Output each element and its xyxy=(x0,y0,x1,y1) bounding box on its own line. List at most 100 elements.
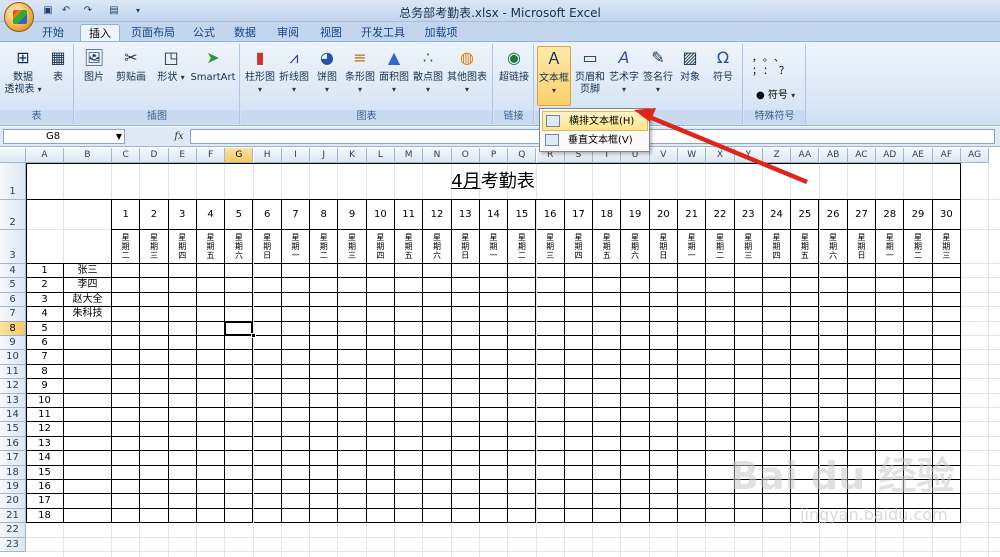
attendance-cell[interactable] xyxy=(904,264,933,279)
weekday-cell[interactable]: 星期四 xyxy=(168,230,197,264)
attendance-cell[interactable] xyxy=(508,508,537,524)
row-header-15[interactable]: 15 xyxy=(0,422,26,437)
attendance-cell[interactable] xyxy=(112,307,141,322)
attendance-cell[interactable] xyxy=(451,393,480,408)
attendance-cell[interactable] xyxy=(168,364,197,380)
attendance-cell[interactable] xyxy=(479,422,509,437)
row-header-12[interactable]: 12 xyxy=(0,379,26,394)
attendance-cell[interactable] xyxy=(140,508,169,524)
attendance-cell[interactable] xyxy=(876,408,905,423)
weekday-cell[interactable]: 星期五 xyxy=(593,230,622,264)
attendance-cell[interactable] xyxy=(734,307,763,322)
employee-name-cell[interactable]: 赵大全 xyxy=(64,292,112,308)
attendance-cell[interactable] xyxy=(168,264,197,279)
attendance-cell[interactable] xyxy=(593,278,622,293)
attendance-cell[interactable] xyxy=(281,422,311,437)
header-footer-button[interactable]: ▭ 页眉和 页脚 xyxy=(573,46,607,106)
attendance-cell[interactable] xyxy=(649,321,678,336)
wordart-button[interactable]: A 艺术字 ▾ xyxy=(607,46,641,106)
attendance-cell[interactable] xyxy=(225,278,254,293)
attendance-cell[interactable] xyxy=(451,451,480,466)
attendance-cell[interactable] xyxy=(225,422,254,437)
attendance-cell[interactable] xyxy=(564,364,594,380)
attendance-cell[interactable] xyxy=(678,264,707,279)
attendance-cell[interactable] xyxy=(366,465,395,480)
attendance-cell[interactable] xyxy=(564,350,594,365)
attendance-cell[interactable] xyxy=(451,480,480,495)
attendance-cell[interactable] xyxy=(338,350,367,365)
column-header-D[interactable]: D xyxy=(140,148,169,163)
attendance-cell[interactable] xyxy=(904,292,933,308)
attendance-cell[interactable] xyxy=(847,264,877,279)
row-number-cell[interactable]: 12 xyxy=(26,422,64,437)
day-number[interactable]: 23 xyxy=(734,200,763,230)
attendance-cell[interactable] xyxy=(847,350,877,365)
tab-0[interactable]: 开始 xyxy=(33,24,73,42)
attendance-cell[interactable] xyxy=(479,393,509,408)
attendance-cell[interactable] xyxy=(253,264,282,279)
attendance-cell[interactable] xyxy=(734,264,763,279)
attendance-cell[interactable] xyxy=(395,465,424,480)
column-header-H[interactable]: H xyxy=(253,148,282,163)
attendance-cell[interactable] xyxy=(479,321,509,336)
day-number[interactable]: 16 xyxy=(536,200,565,230)
column-header-X[interactable]: X xyxy=(706,148,735,163)
attendance-cell[interactable] xyxy=(112,336,141,351)
tab-1[interactable]: 插入 xyxy=(80,24,120,42)
fill-handle[interactable] xyxy=(250,333,256,338)
attendance-cell[interactable] xyxy=(706,393,735,408)
symbol-question[interactable]: ？ xyxy=(779,66,795,77)
attendance-cell[interactable] xyxy=(536,494,565,509)
day-number[interactable]: 19 xyxy=(621,200,650,230)
column-header-N[interactable]: N xyxy=(423,148,452,163)
row-header-23[interactable]: 23 xyxy=(0,537,26,552)
attendance-cell[interactable] xyxy=(253,422,282,437)
weekday-cell[interactable]: 星期一 xyxy=(281,230,311,264)
attendance-cell[interactable] xyxy=(168,393,197,408)
attendance-cell[interactable] xyxy=(819,408,848,423)
symbol-semicolon[interactable]: ； xyxy=(752,66,763,77)
attendance-cell[interactable] xyxy=(366,393,395,408)
row-header-6[interactable]: 6 xyxy=(0,292,26,308)
horizontal-textbox-item[interactable]: 横排文本框(H) xyxy=(542,111,648,131)
attendance-cell[interactable] xyxy=(932,364,961,380)
weekday-cell[interactable]: 星期四 xyxy=(762,230,792,264)
attendance-cell[interactable] xyxy=(706,336,735,351)
attendance-cell[interactable] xyxy=(423,336,452,351)
attendance-cell[interactable] xyxy=(140,350,169,365)
attendance-cell[interactable] xyxy=(423,307,452,322)
attendance-cell[interactable] xyxy=(140,292,169,308)
attendance-cell[interactable] xyxy=(281,292,311,308)
attendance-cell[interactable] xyxy=(366,422,395,437)
attendance-cell[interactable] xyxy=(536,364,565,380)
attendance-cell[interactable] xyxy=(536,379,565,394)
tab-8[interactable]: 加载项 xyxy=(418,24,464,42)
column-chart-button[interactable]: ▮ 柱形图 ▾ xyxy=(243,46,277,106)
attendance-cell[interactable] xyxy=(310,336,339,351)
attendance-cell[interactable] xyxy=(423,379,452,394)
row-number-cell[interactable]: 16 xyxy=(26,480,64,495)
attendance-cell[interactable] xyxy=(762,292,792,308)
attendance-cell[interactable] xyxy=(112,278,141,293)
attendance-cell[interactable] xyxy=(536,436,565,452)
attendance-cell[interactable] xyxy=(678,465,707,480)
weekday-cell[interactable]: 星期三 xyxy=(734,230,763,264)
attendance-cell[interactable] xyxy=(196,422,226,437)
attendance-cell[interactable] xyxy=(253,508,282,524)
attendance-cell[interactable] xyxy=(904,278,933,293)
attendance-cell[interactable] xyxy=(536,336,565,351)
row-header-21[interactable]: 21 xyxy=(0,508,26,524)
attendance-cell[interactable] xyxy=(395,307,424,322)
symbol-button[interactable]: Ω 符号 xyxy=(707,46,739,106)
attendance-cell[interactable] xyxy=(593,364,622,380)
attendance-cell[interactable] xyxy=(112,350,141,365)
attendance-cell[interactable] xyxy=(140,480,169,495)
attendance-cell[interactable] xyxy=(876,278,905,293)
attendance-cell[interactable] xyxy=(64,350,112,365)
attendance-cell[interactable] xyxy=(423,264,452,279)
attendance-cell[interactable] xyxy=(791,264,820,279)
attendance-cell[interactable] xyxy=(762,307,792,322)
attendance-cell[interactable] xyxy=(253,278,282,293)
attendance-cell[interactable] xyxy=(112,422,141,437)
attendance-cell[interactable] xyxy=(168,408,197,423)
